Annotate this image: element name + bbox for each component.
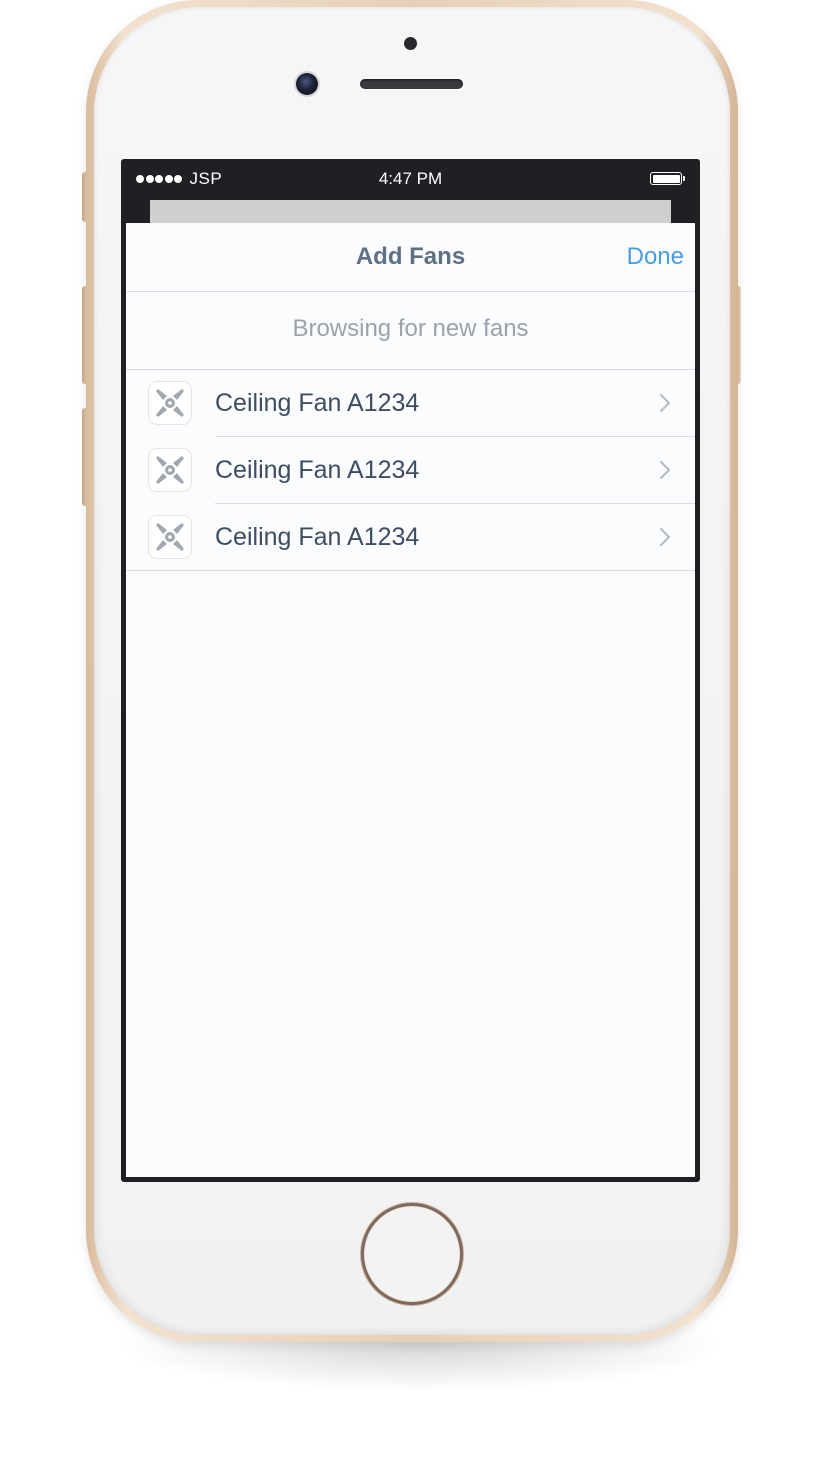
earpiece-speaker xyxy=(360,79,463,89)
list-item[interactable]: Ceiling Fan A1234 xyxy=(126,504,695,571)
fan-list: Ceiling Fan A1234 Ceiling Fan A1234 Ceil… xyxy=(126,370,695,571)
home-button[interactable] xyxy=(361,1203,463,1305)
status-time: 4:47 PM xyxy=(378,169,443,188)
proximity-sensor xyxy=(404,37,417,50)
chevron-right-icon xyxy=(660,394,670,412)
fan-icon xyxy=(148,515,192,559)
list-item[interactable]: Ceiling Fan A1234 xyxy=(126,437,695,504)
chevron-right-icon xyxy=(660,528,670,546)
done-button[interactable]: Done xyxy=(627,243,684,271)
add-fans-sheet: Add Fans Done Browsing for new fans Ceil… xyxy=(126,223,695,1177)
battery-level xyxy=(652,174,680,183)
browsing-status: Browsing for new fans xyxy=(126,292,695,370)
page-title: Add Fans xyxy=(355,243,466,270)
fan-name: Ceiling Fan A1234 xyxy=(215,456,420,484)
presenting-sheet-edge xyxy=(150,200,671,224)
fan-icon xyxy=(148,381,192,425)
navigation-bar: Add Fans Done xyxy=(126,223,695,292)
chevron-right-icon xyxy=(660,461,670,479)
battery-icon xyxy=(650,172,682,185)
status-bar: JSP 4:47 PM xyxy=(124,160,697,198)
list-item[interactable]: Ceiling Fan A1234 xyxy=(126,370,695,437)
row-divider xyxy=(126,570,695,571)
fan-name: Ceiling Fan A1234 xyxy=(215,389,420,417)
fan-icon xyxy=(148,448,192,492)
battery-tip xyxy=(683,176,685,181)
front-camera xyxy=(296,73,318,95)
fan-name: Ceiling Fan A1234 xyxy=(215,523,420,551)
